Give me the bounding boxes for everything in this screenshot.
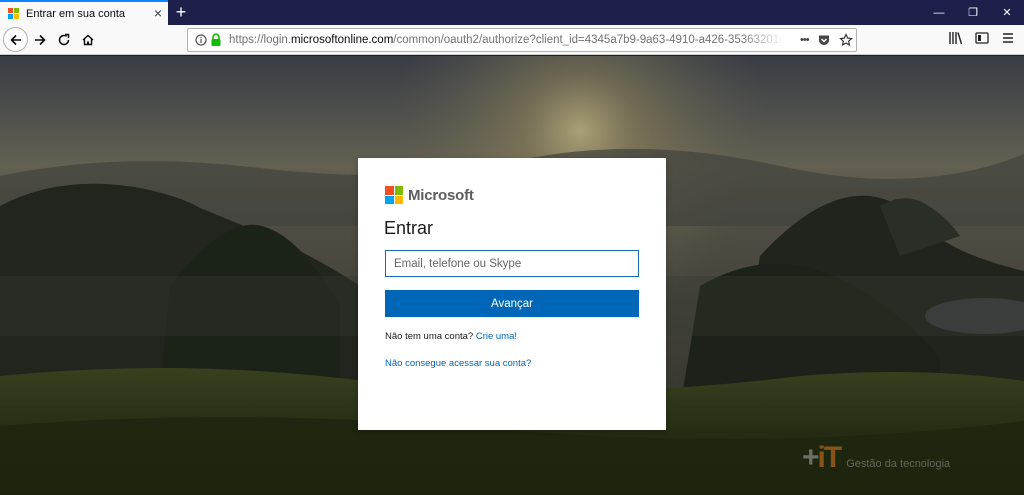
sidebar-icon[interactable] xyxy=(974,30,990,46)
watermark-logo: +iT xyxy=(802,441,843,475)
close-window-button[interactable]: ✕ xyxy=(990,0,1024,25)
page-title: Entrar xyxy=(384,218,434,238)
hamburger-menu-icon[interactable] xyxy=(1000,30,1016,46)
reload-icon xyxy=(58,33,70,46)
url-path: /common/oauth2/authorize?client_id=4345a… xyxy=(393,34,785,46)
maximize-button[interactable]: ❐ xyxy=(956,0,990,25)
watermark-text: Gestão da tecnologia xyxy=(846,458,951,470)
toolbar-right xyxy=(948,30,1024,46)
info-icon[interactable] xyxy=(195,34,207,46)
no-account-text: Não tem uma conta? xyxy=(385,331,474,342)
url-host: microsoftonline.com xyxy=(291,34,394,46)
page-actions-more-icon[interactable]: ••• xyxy=(800,34,810,46)
sign-in-card: Microsoft Entrar Avançar Não tem uma con… xyxy=(358,158,666,430)
microsoft-logo-icon xyxy=(385,186,403,204)
watermark: +iT Gestão da tecnologia xyxy=(802,441,950,475)
microsoft-brand: Microsoft xyxy=(385,186,474,204)
back-arrow-icon xyxy=(9,34,21,45)
microsoft-favicon-icon xyxy=(8,8,19,19)
create-account-link[interactable]: Crie uma! xyxy=(476,331,517,342)
navigation-toolbar: https://login.microsoftonline.com/common… xyxy=(0,25,1024,55)
cant-access-account-link[interactable]: Não consegue acessar sua conta? xyxy=(385,358,531,369)
page-viewport: Microsoft Entrar Avançar Não tem uma con… xyxy=(0,56,1024,495)
lock-icon[interactable] xyxy=(210,33,222,47)
reload-button[interactable] xyxy=(54,30,74,50)
forward-arrow-icon xyxy=(35,34,46,46)
browser-titlebar: Entrar em sua conta × + — ❐ ✕ xyxy=(0,0,1024,25)
brand-name: Microsoft xyxy=(408,186,474,204)
window-controls: — ❐ ✕ xyxy=(922,0,1024,25)
pocket-icon[interactable] xyxy=(817,33,831,47)
url-prefix: https://login. xyxy=(229,34,292,46)
home-icon xyxy=(82,34,94,46)
back-button[interactable] xyxy=(3,27,28,52)
next-button[interactable]: Avançar xyxy=(385,290,639,317)
url-text[interactable]: https://login.microsoftonline.com/common… xyxy=(229,34,785,46)
tab-title: Entrar em sua conta xyxy=(26,7,126,20)
watermark-logo-plus: + xyxy=(802,441,819,474)
home-button[interactable] xyxy=(78,30,98,50)
library-icon[interactable] xyxy=(948,30,964,46)
watermark-logo-it: iT xyxy=(817,441,843,474)
address-bar[interactable]: https://login.microsoftonline.com/common… xyxy=(187,28,857,52)
tab-close-icon[interactable]: × xyxy=(154,5,162,21)
browser-tab[interactable]: Entrar em sua conta × xyxy=(0,0,168,25)
email-field[interactable] xyxy=(385,250,639,277)
no-account-row: Não tem uma conta? Crie uma! xyxy=(385,331,517,342)
bookmark-star-icon[interactable] xyxy=(838,33,853,47)
new-tab-button[interactable]: + xyxy=(170,2,192,24)
page-actions: ••• xyxy=(800,33,853,47)
minimize-button[interactable]: — xyxy=(922,0,956,25)
forward-button[interactable] xyxy=(30,30,50,50)
